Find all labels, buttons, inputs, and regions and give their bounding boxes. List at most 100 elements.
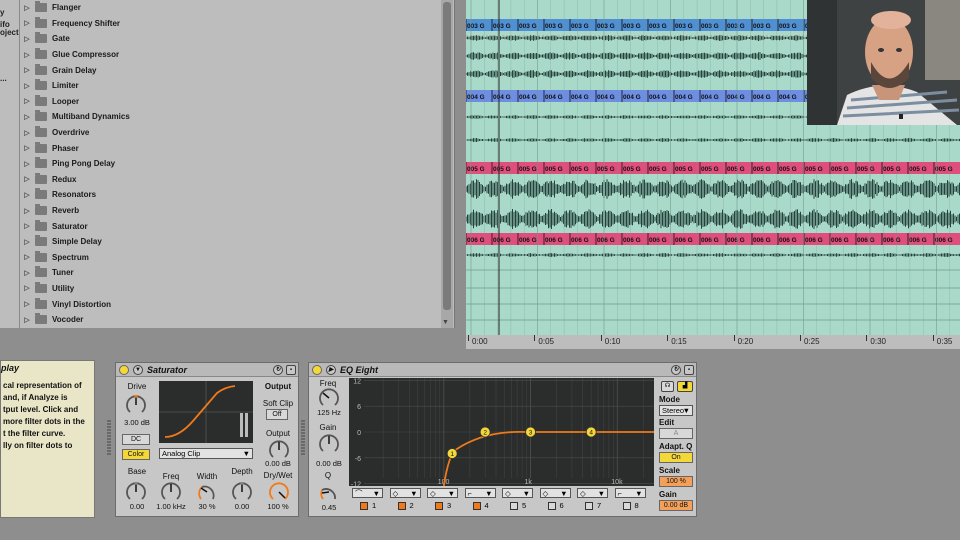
device-activator-icon[interactable]: [312, 365, 322, 375]
band-toggle[interactable]: [360, 502, 368, 510]
browser-item[interactable]: ▷ Gate: [21, 31, 441, 47]
browser-item[interactable]: ▷ Flanger: [21, 0, 441, 16]
browser-item[interactable]: ▷ Overdrive: [21, 125, 441, 141]
depth-knob[interactable]: [231, 481, 253, 503]
browser-item[interactable]: ▷ Resonators: [21, 187, 441, 203]
expand-arrow-icon[interactable]: ▷: [21, 144, 33, 152]
browser-item[interactable]: ▷ Vocoder: [21, 312, 441, 328]
band-toggle[interactable]: [472, 502, 481, 510]
expand-arrow-icon[interactable]: ▷: [21, 66, 33, 74]
drive-knob[interactable]: [125, 394, 147, 416]
side-label[interactable]: oject: [0, 28, 19, 37]
headphone-icon[interactable]: ☊: [661, 381, 674, 392]
browser-item[interactable]: ▷ Saturator: [21, 218, 441, 234]
browser-item[interactable]: ▷ Limiter: [21, 78, 441, 94]
scroll-down-icon[interactable]: ▼: [442, 319, 449, 326]
expand-arrow-icon[interactable]: ▷: [21, 238, 33, 246]
device-grip[interactable]: [107, 420, 111, 456]
band-toggle[interactable]: [397, 502, 406, 510]
drywet-knob[interactable]: [268, 481, 290, 503]
hot-swap-icon[interactable]: ↻: [671, 365, 681, 375]
browser-scrollbar[interactable]: ▼: [441, 0, 453, 328]
browser-item[interactable]: ▷ Simple Delay: [21, 234, 441, 250]
filter-type-select[interactable]: ◇ ▼: [577, 488, 608, 498]
expand-arrow-icon[interactable]: ▷: [21, 160, 33, 168]
band-toggle[interactable]: [435, 502, 443, 510]
device-activator-icon[interactable]: [119, 365, 129, 375]
expand-arrow-icon[interactable]: ▷: [21, 97, 33, 105]
band-toggle[interactable]: [547, 502, 556, 510]
freq-knob[interactable]: [160, 481, 182, 503]
browser-item[interactable]: ▷ Tuner: [21, 265, 441, 281]
band-toggle[interactable]: [510, 502, 518, 510]
color-button[interactable]: Color: [122, 449, 150, 460]
eq-gain-knob[interactable]: [318, 433, 340, 455]
expand-arrow-icon[interactable]: ▷: [21, 191, 33, 199]
expand-arrow-icon[interactable]: ▷: [21, 316, 33, 324]
band-toggle[interactable]: [622, 502, 631, 510]
soft-clip-toggle[interactable]: Off: [266, 409, 288, 420]
expand-arrow-icon[interactable]: ▷: [21, 4, 33, 12]
expand-arrow-icon[interactable]: ▷: [21, 284, 33, 292]
output-gain-value[interactable]: 0.00 dB: [659, 500, 693, 511]
browser-item[interactable]: ▷ Grain Delay: [21, 62, 441, 78]
filter-type-select[interactable]: ◇ ▼: [389, 488, 421, 498]
filter-type-select[interactable]: ◇ ▼: [427, 488, 458, 498]
filter-type-select[interactable]: ◇ ▼: [502, 488, 533, 498]
browser-item[interactable]: ▷ Multiband Dynamics: [21, 109, 441, 125]
adaptq-toggle[interactable]: On: [659, 452, 693, 463]
browser-item[interactable]: ▷ Looper: [21, 94, 441, 110]
browser-item[interactable]: ▷ Redux: [21, 172, 441, 188]
eq-curve-display[interactable]: 1260-6-12 100 1k 10k12 3 4: [349, 378, 654, 486]
hot-swap-icon[interactable]: ↻: [273, 365, 283, 375]
saturation-type-select[interactable]: Analog Clip ▼: [159, 448, 253, 459]
browser-item[interactable]: ▷ Glue Compressor: [21, 47, 441, 63]
filter-type-select[interactable]: ◇ ▼: [539, 488, 571, 498]
fold-icon[interactable]: ▼: [133, 365, 143, 375]
filter-type-select[interactable]: ⌒ ▼: [352, 488, 383, 498]
eq-freq-knob[interactable]: [318, 387, 340, 409]
expand-arrow-icon[interactable]: ▷: [21, 207, 33, 215]
expand-arrow-icon[interactable]: ▷: [21, 175, 33, 183]
eq-q-knob[interactable]: [318, 481, 340, 503]
expand-arrow-icon[interactable]: ▷: [21, 253, 33, 261]
scale-value[interactable]: 100 %: [659, 476, 693, 487]
browser-item[interactable]: ▷ Reverb: [21, 203, 441, 219]
band-toggle[interactable]: [585, 502, 593, 510]
width-knob[interactable]: [196, 481, 218, 503]
expand-arrow-icon[interactable]: ▷: [21, 19, 33, 27]
base-knob[interactable]: [125, 481, 147, 503]
device-grip[interactable]: [301, 420, 305, 456]
filter-type-select[interactable]: ⌐ ▼: [464, 488, 496, 498]
expand-arrow-icon[interactable]: ▷: [21, 269, 33, 277]
expand-arrow-icon[interactable]: ▷: [21, 35, 33, 43]
filter-type-select[interactable]: ⌐ ▼: [614, 488, 646, 498]
fold-icon[interactable]: ▶: [326, 365, 336, 375]
scroll-thumb[interactable]: [443, 2, 451, 310]
browser-item[interactable]: ▷ Frequency Shifter: [21, 16, 441, 32]
expand-arrow-icon[interactable]: ▷: [21, 129, 33, 137]
expand-arrow-icon[interactable]: ▷: [21, 222, 33, 230]
expand-arrow-icon[interactable]: ▷: [21, 113, 33, 121]
browser-item[interactable]: ▷ Ping Pong Delay: [21, 156, 441, 172]
splitter[interactable]: [455, 0, 466, 350]
time-ruler[interactable]: 0:00 0:05 0:10 0:15 0:20 0:25 0:30 0:35: [466, 335, 960, 349]
browser-item[interactable]: ▷ Spectrum: [21, 250, 441, 266]
output-knob[interactable]: [268, 439, 290, 461]
dc-button[interactable]: DC: [122, 434, 150, 445]
browser-item[interactable]: ▷ Vinyl Distortion: [21, 296, 441, 312]
mode-select[interactable]: Stereo ▼: [659, 405, 693, 416]
expand-arrow-icon[interactable]: ▷: [21, 300, 33, 308]
edit-toggle[interactable]: A: [659, 428, 693, 439]
browser-item[interactable]: ▷ Phaser: [21, 140, 441, 156]
expand-arrow-icon[interactable]: ▷: [21, 51, 33, 59]
edit-label: Edit: [659, 418, 675, 427]
saturator-title-bar[interactable]: ▼ Saturator ↻ ▪: [116, 363, 298, 377]
browser-item[interactable]: ▷ Utility: [21, 281, 441, 297]
save-preset-icon[interactable]: ▪: [286, 365, 296, 375]
eq-title-bar[interactable]: ▶ EQ Eight ↻ ▪: [309, 363, 696, 377]
expand-arrow-icon[interactable]: ▷: [21, 82, 33, 90]
info-text: more filter dots in the: [3, 417, 85, 426]
analyze-icon[interactable]: ▟: [677, 381, 693, 392]
save-preset-icon[interactable]: ▪: [684, 365, 694, 375]
